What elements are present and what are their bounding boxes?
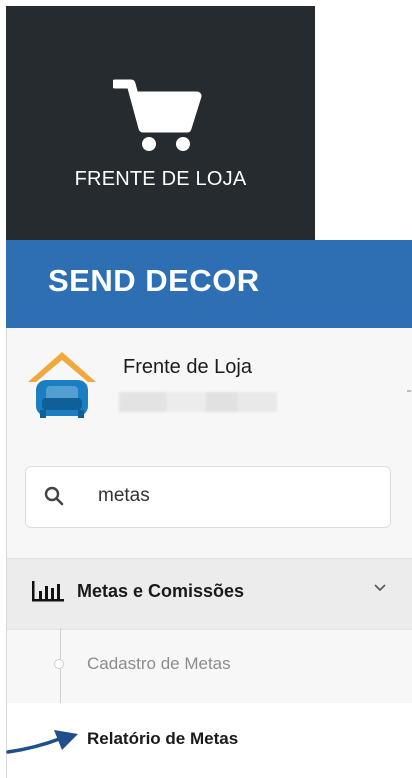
frente-de-loja-tile[interactable]: FRENTE DE LOJA	[6, 6, 315, 240]
scroll-handle[interactable]	[407, 390, 411, 392]
tree-dot	[54, 659, 64, 669]
pointer-arrow-icon	[6, 730, 78, 754]
search-input[interactable]	[98, 481, 368, 511]
app-header: SEND DECOR	[6, 240, 412, 328]
search-box[interactable]	[25, 466, 391, 528]
search-icon	[44, 486, 64, 506]
menu-group-label: Metas e Comissões	[77, 581, 245, 601]
shopping-cart-icon	[113, 79, 202, 151]
menu-item-label: Cadastro de Metas	[87, 654, 231, 673]
menu-group-metas-comissoes[interactable]: Metas e Comissões	[7, 558, 412, 630]
menu-item-label: Relatório de Metas	[87, 729, 239, 748]
tile-label: FRENTE DE LOJA	[74, 168, 247, 190]
blurred-subtitle	[119, 392, 277, 412]
menu-item-cadastro-de-metas[interactable]: Cadastro de Metas	[7, 628, 412, 703]
brand-title: SEND DECOR	[48, 263, 260, 298]
sidebar-panel: Frente de Loja Metas e Comissões Cadastr…	[6, 328, 412, 778]
bar-chart-icon	[32, 581, 64, 602]
profile-name: Frente de Loja	[123, 356, 252, 378]
house-armchair-logo	[28, 352, 96, 418]
chevron-down-icon[interactable]	[373, 583, 387, 593]
